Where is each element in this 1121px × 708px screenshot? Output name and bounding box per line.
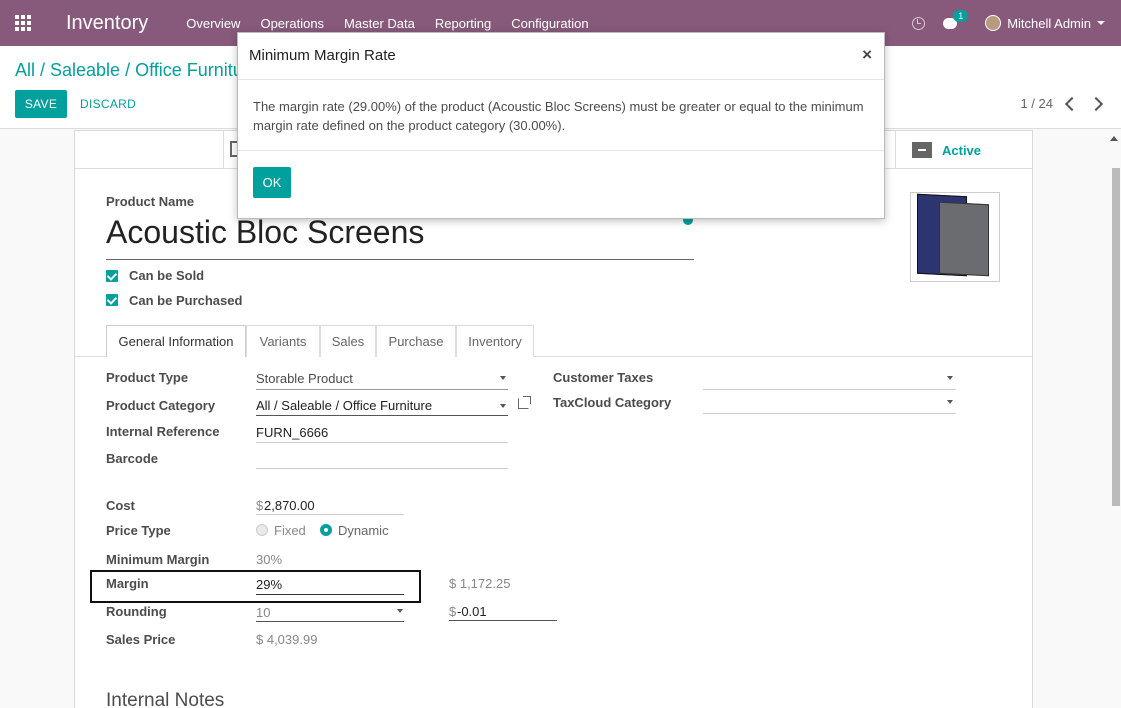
external-link-arrow-icon [523, 396, 531, 404]
tab-sales[interactable]: Sales [320, 325, 376, 357]
divider [256, 415, 508, 416]
product-category-select[interactable]: All / Saleable / Office Furniture [256, 398, 432, 413]
cost-label: Cost [106, 498, 135, 513]
caret-down-icon[interactable] [397, 609, 403, 613]
divider [106, 259, 694, 260]
price-type-label: Price Type [106, 523, 171, 538]
minimum-margin-rate-dialog: Minimum Margin Rate × The margin rate (2… [237, 32, 885, 219]
tab-inventory[interactable]: Inventory [456, 325, 534, 357]
pager-value[interactable]: 1 / 24 [1020, 96, 1053, 111]
tab-general-information[interactable]: General Information [106, 325, 246, 357]
rounding-amount-field[interactable]: -0.01 [457, 604, 487, 619]
product-category-label: Product Category [106, 398, 216, 413]
menu-reporting[interactable]: Reporting [425, 16, 501, 31]
rounding-select[interactable]: 10 [256, 605, 270, 620]
can-be-purchased-checkbox[interactable] [106, 294, 118, 306]
close-icon[interactable]: × [862, 45, 872, 65]
can-be-sold-checkbox[interactable] [106, 270, 118, 282]
internal-reference-field[interactable]: FURN_6666 [256, 425, 328, 440]
save-button[interactable]: Save [15, 90, 67, 118]
minimum-margin-value: 30% [256, 552, 283, 567]
divider [238, 150, 884, 151]
price-type-dynamic-label: Dynamic [338, 523, 389, 538]
divider [256, 594, 404, 595]
chevron-right-icon[interactable] [1088, 96, 1104, 111]
product-name-field[interactable]: Acoustic Bloc Screens [106, 214, 424, 251]
divider [256, 389, 508, 390]
barcode-field[interactable] [256, 468, 508, 469]
internal-reference-label: Internal Reference [106, 424, 220, 439]
divider [256, 514, 404, 515]
can-be-sold-label: Can be Sold [129, 268, 205, 283]
product-image[interactable] [910, 192, 1000, 282]
sales-price-value: $ 4,039.99 [256, 632, 318, 647]
caret-down-icon[interactable] [947, 400, 953, 404]
divider [223, 131, 224, 169]
customer-taxes-label: Customer Taxes [553, 370, 654, 385]
tab-variants[interactable]: Variants [246, 325, 320, 357]
caret-down-icon[interactable] [500, 404, 506, 408]
main-menu: Overview Operations Master Data Reportin… [176, 16, 598, 31]
can-be-purchased-label: Can be Purchased [129, 293, 243, 308]
menu-overview[interactable]: Overview [176, 16, 250, 31]
internal-notes-heading: Internal Notes [106, 690, 225, 708]
dialog-message: The margin rate (29.00%) of the product … [253, 99, 864, 133]
taxcloud-category-field[interactable] [703, 413, 956, 414]
chat-badge: 1 [953, 9, 969, 22]
rounding-currency: $ [449, 604, 457, 619]
menu-operations[interactable]: Operations [250, 16, 334, 31]
cost-field[interactable]: 2,870.00 [264, 498, 315, 513]
active-label: Active [942, 142, 982, 158]
menu-configuration[interactable]: Configuration [501, 16, 598, 31]
margin-amount: $ 1,172.25 [449, 576, 511, 591]
product-type-label: Product Type [106, 370, 189, 385]
caret-down-icon [1097, 21, 1105, 25]
messaging-menu[interactable]: 1 [943, 9, 969, 29]
discard-button[interactable]: Discard [80, 90, 136, 118]
minimum-margin-label: Minimum Margin [106, 552, 210, 567]
active-toggle-button[interactable]: Active [895, 131, 1032, 169]
app-title[interactable]: Inventory [66, 12, 148, 35]
user-menu[interactable]: Mitchell Admin [985, 15, 1105, 31]
divider [256, 621, 404, 622]
divider [256, 442, 508, 443]
price-type-fixed-radio[interactable] [256, 524, 268, 536]
taxcloud-category-label: TaxCloud Category [553, 395, 672, 410]
product-type-select[interactable]: Storable Product [256, 371, 353, 386]
scrollbar-thumb[interactable] [1112, 168, 1120, 506]
caret-down-icon[interactable] [947, 376, 953, 380]
tab-purchase[interactable]: Purchase [376, 325, 456, 357]
chevron-left-icon[interactable] [1064, 96, 1080, 111]
avatar [985, 15, 1002, 31]
divider [449, 620, 557, 621]
cost-currency: $ [256, 498, 264, 513]
price-type-dynamic-radio[interactable] [320, 524, 332, 536]
rounding-label: Rounding [106, 604, 167, 619]
archive-icon [912, 142, 932, 158]
price-type-fixed-label: Fixed [274, 523, 306, 538]
apps-menu-icon[interactable] [0, 0, 46, 46]
scroll-up-arrow-icon[interactable] [1110, 136, 1118, 141]
ok-button[interactable]: OK [253, 167, 291, 198]
dialog-title: Minimum Margin Rate [249, 47, 396, 64]
activity-clock-icon[interactable] [912, 16, 926, 30]
breadcrumb[interactable]: All / Saleable / Office Furnitu [15, 60, 243, 81]
barcode-label: Barcode [106, 451, 159, 466]
dialog-header: Minimum Margin Rate × [238, 33, 884, 80]
product-name-label: Product Name [106, 194, 195, 209]
customer-taxes-field[interactable] [703, 389, 956, 390]
caret-down-icon[interactable] [500, 376, 506, 380]
margin-label: Margin [106, 576, 149, 591]
pager: 1 / 24 [1020, 96, 1104, 111]
margin-field[interactable]: 29% [256, 577, 282, 592]
menu-master-data[interactable]: Master Data [334, 16, 425, 31]
user-name: Mitchell Admin [1007, 15, 1091, 31]
sales-price-label: Sales Price [106, 632, 176, 647]
